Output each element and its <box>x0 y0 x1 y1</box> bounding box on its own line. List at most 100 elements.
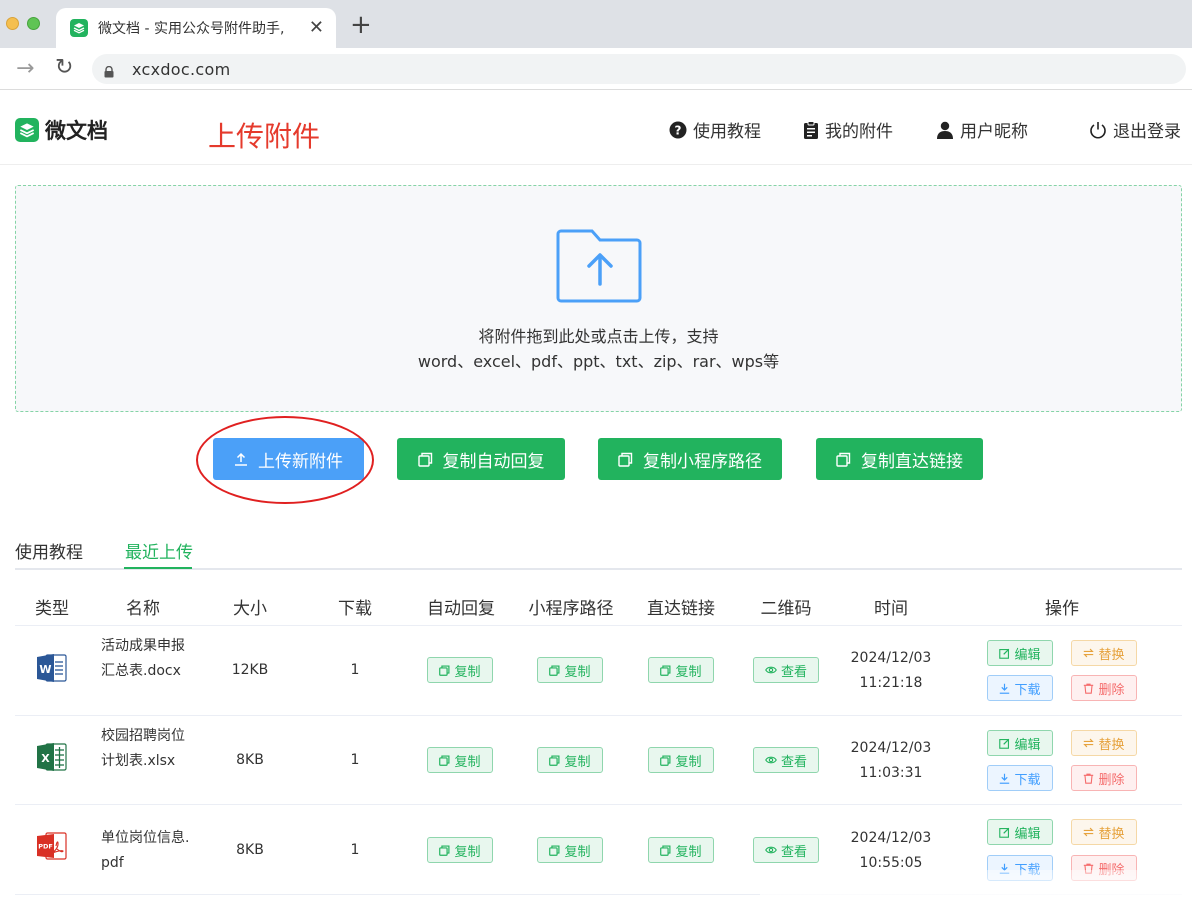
copy-icon <box>836 452 851 467</box>
new-tab-icon[interactable]: + <box>350 12 372 38</box>
highlight-annotation-circle <box>196 416 374 504</box>
nav-logout[interactable]: 退出登录 <box>1089 117 1181 142</box>
download-count: 1 <box>350 842 360 858</box>
file-size: 8KB <box>236 842 264 858</box>
user-icon <box>937 121 953 139</box>
download-button[interactable]: 下载 <box>987 675 1053 701</box>
replace-button[interactable]: 替换 <box>1071 730 1137 756</box>
eye-icon <box>765 666 777 674</box>
row-divider <box>15 804 1182 805</box>
edit-button[interactable]: 编辑 <box>987 819 1053 845</box>
file-name: 校园招聘岗位计划表.xlsx <box>101 728 185 769</box>
svg-text:?: ? <box>675 123 682 137</box>
trash-icon <box>1084 683 1094 694</box>
edit-icon <box>999 827 1010 838</box>
copy-direct-link-row-button[interactable]: 复制 <box>648 837 714 863</box>
url-text: xcxdoc.com <box>132 59 231 79</box>
copy-icon <box>417 452 432 467</box>
copy-icon <box>549 665 560 676</box>
logo-icon <box>15 118 39 142</box>
file-size: 8KB <box>236 752 264 768</box>
file-name: 活动成果申报汇总表.docx <box>101 638 185 679</box>
edit-button[interactable]: 编辑 <box>987 730 1053 756</box>
excel-file-icon: X <box>37 743 67 771</box>
copy-auto-reply-row-button[interactable]: 复制 <box>427 747 493 773</box>
copy-mini-path-button[interactable]: 复制小程序路径 <box>598 438 782 480</box>
view-qrcode-button[interactable]: 查看 <box>753 837 819 863</box>
copy-mini-path-label: 复制小程序路径 <box>643 451 762 472</box>
lock-icon <box>104 63 114 78</box>
address-bar: → ↻ xcxdoc.com <box>0 48 1192 90</box>
nav-my-attachments[interactable]: 我的附件 <box>803 117 893 142</box>
header-mini-path: 小程序路径 <box>528 599 614 619</box>
row-divider <box>15 625 1182 626</box>
download-count: 1 <box>350 662 360 678</box>
svg-text:PDF: PDF <box>38 843 53 851</box>
nav-user-label: 用户昵称 <box>960 122 1028 142</box>
header-size: 大小 <box>233 599 267 619</box>
swap-icon <box>1083 827 1095 837</box>
replace-button[interactable]: 替换 <box>1071 819 1137 845</box>
copy-icon <box>660 755 671 766</box>
bottom-fade-overlay <box>760 870 1192 904</box>
view-qrcode-button[interactable]: 查看 <box>753 747 819 773</box>
delete-button[interactable]: 删除 <box>1071 675 1137 701</box>
help-icon: ? <box>669 121 687 138</box>
window-minimize-button[interactable] <box>6 17 19 30</box>
copy-auto-reply-row-button[interactable]: 复制 <box>427 837 493 863</box>
browser-tab[interactable]: 微文档 - 实用公众号附件助手, ✕ <box>56 8 336 48</box>
tab-recent-uploads[interactable]: 最近上传 <box>125 538 193 563</box>
active-tab-indicator <box>124 567 192 569</box>
copy-direct-link-row-button[interactable]: 复制 <box>648 657 714 683</box>
copy-mini-path-row-button[interactable]: 复制 <box>537 747 603 773</box>
nav-tutorial[interactable]: ? 使用教程 <box>669 117 761 142</box>
svg-text:W: W <box>39 663 51 676</box>
copy-icon <box>439 755 450 766</box>
eye-icon <box>765 846 777 854</box>
delete-button[interactable]: 删除 <box>1071 765 1137 791</box>
copy-direct-link-button[interactable]: 复制直达链接 <box>816 438 983 480</box>
nav-logout-label: 退出登录 <box>1113 122 1181 142</box>
copy-auto-reply-row-button[interactable]: 复制 <box>427 657 493 683</box>
word-file-icon: W <box>37 654 67 682</box>
window-zoom-button[interactable] <box>27 17 40 30</box>
folder-upload-icon <box>556 229 642 303</box>
header-time: 时间 <box>874 599 908 619</box>
edit-button[interactable]: 编辑 <box>987 640 1053 666</box>
copy-direct-link-row-button[interactable]: 复制 <box>648 747 714 773</box>
trash-icon <box>1084 773 1094 784</box>
browser-tab-title: 微文档 - 实用公众号附件助手, <box>98 21 285 37</box>
tab-tutorial[interactable]: 使用教程 <box>15 538 83 563</box>
copy-mini-path-row-button[interactable]: 复制 <box>537 657 603 683</box>
view-qrcode-button[interactable]: 查看 <box>753 657 819 683</box>
copy-mini-path-row-button[interactable]: 复制 <box>537 837 603 863</box>
page-annotation: 上传附件 <box>208 120 321 153</box>
file-size: 12KB <box>231 662 269 678</box>
app-header: 微文档 上传附件 ? 使用教程 我的附件 用户昵称 退出登录 <box>0 91 1192 165</box>
logo[interactable]: 微文档 <box>15 115 108 145</box>
edit-icon <box>999 648 1010 659</box>
download-count: 1 <box>350 752 360 768</box>
download-button[interactable]: 下载 <box>987 765 1053 791</box>
url-field[interactable]: xcxdoc.com <box>92 54 1186 84</box>
svg-text:X: X <box>41 752 50 765</box>
browser-tab-bar: 微文档 - 实用公众号附件助手, ✕ + <box>0 0 1192 48</box>
header-name: 名称 <box>126 599 160 619</box>
replace-button[interactable]: 替换 <box>1071 640 1137 666</box>
copy-direct-link-label: 复制直达链接 <box>861 451 963 472</box>
logo-text: 微文档 <box>45 119 108 143</box>
swap-icon <box>1083 738 1095 748</box>
forward-icon[interactable]: → <box>16 56 34 81</box>
copy-icon <box>660 845 671 856</box>
upload-time: 2024/12/03 10:55:05 <box>850 830 932 871</box>
favicon-icon <box>70 19 88 37</box>
copy-auto-reply-button[interactable]: 复制自动回复 <box>397 438 565 480</box>
content-tabs: 使用教程 最近上传 <box>15 530 1182 570</box>
tab-close-icon[interactable]: ✕ <box>309 19 324 37</box>
header-qrcode: 二维码 <box>760 599 812 619</box>
nav-user[interactable]: 用户昵称 <box>936 117 1028 142</box>
reload-icon[interactable]: ↻ <box>55 55 73 80</box>
upload-dropzone[interactable]: 将附件拖到此处或点击上传，支持 word、excel、pdf、ppt、txt、z… <box>15 185 1182 412</box>
copy-auto-reply-label: 复制自动回复 <box>442 451 545 472</box>
header-type: 类型 <box>35 599 69 619</box>
